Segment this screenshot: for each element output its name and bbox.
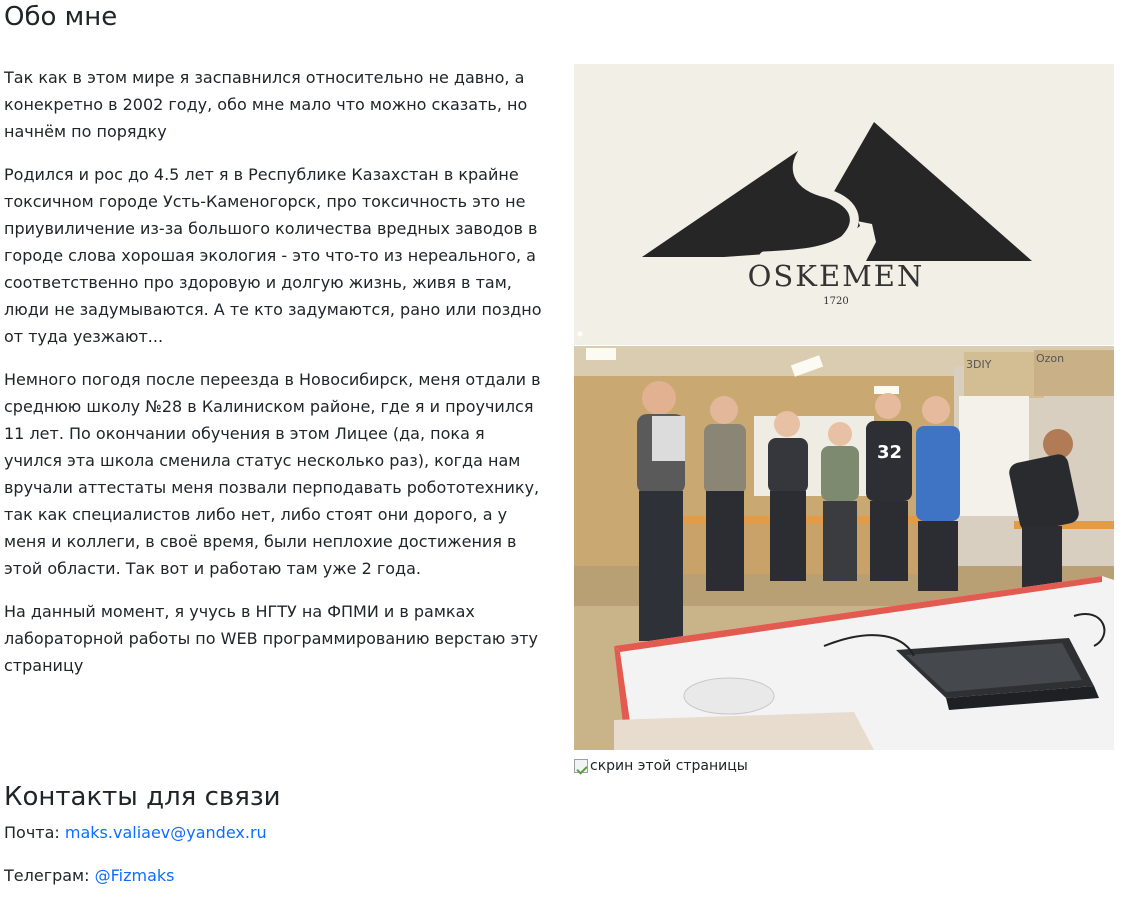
contact-mail: Почта: maks.valiaev@yandex.ru — [4, 821, 267, 845]
oskemen-logo-image: OSKEMEN 1720 — [574, 64, 1114, 345]
about-heading: Обо мне — [4, 2, 118, 32]
broken-image-icon — [574, 759, 588, 773]
box-label: Ozon — [1036, 352, 1064, 365]
contact-telegram: Телеграм: @Fizmaks — [4, 864, 174, 888]
classroom-photo: 3DIY Ozon 32 — [574, 346, 1114, 750]
oskemen-year: 1720 — [823, 296, 848, 307]
mail-link[interactable]: maks.valiaev@yandex.ru — [65, 823, 267, 842]
oskemen-logo: OSKEMEN 1720 — [574, 64, 1114, 345]
about-paragraph: Немного погодя после переезда в Новосиби… — [4, 370, 541, 578]
contacts-heading: Контакты для связи — [4, 782, 281, 812]
shirt-number: 32 — [877, 442, 902, 463]
classroom-photo-svg: 3DIY Ozon 32 — [574, 346, 1114, 750]
about-paragraph: Так как в этом мире я заспавнился относи… — [4, 68, 528, 141]
oskemen-wordmark: OSKEMEN — [748, 259, 925, 293]
broken-image-placeholder: скрин этой страницы — [574, 756, 748, 776]
broken-image-alt: скрин этой страницы — [590, 758, 748, 774]
about-text: Так как в этом мире я заспавнился относи… — [4, 64, 544, 695]
about-paragraph: На данный момент, я учусь в НГТУ на ФПМИ… — [4, 602, 539, 675]
telegram-label: Телеграм: — [4, 866, 90, 885]
telegram-link[interactable]: @Fizmaks — [95, 866, 175, 885]
box-label: 3DIY — [966, 358, 992, 371]
mail-label: Почта: — [4, 823, 60, 842]
about-paragraph: Родился и рос до 4.5 лет я в Республике … — [4, 165, 542, 346]
